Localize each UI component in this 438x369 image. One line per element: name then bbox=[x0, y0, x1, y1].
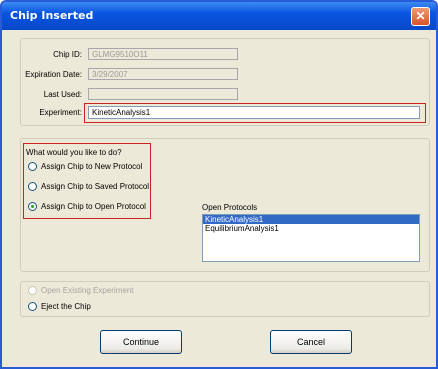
options-prompt: What would you like to do? bbox=[26, 148, 122, 157]
experiment-input[interactable]: KineticAnalysis1 bbox=[88, 106, 420, 119]
open-protocols-list[interactable]: KineticAnalysis1 EquilibriumAnalysis1 bbox=[202, 214, 420, 262]
radio-eject-chip[interactable]: Eject the Chip bbox=[28, 302, 91, 311]
last-used-label: Last Used: bbox=[43, 90, 82, 99]
radio-label: Assign Chip to Saved Protocol bbox=[41, 182, 150, 191]
radio-label: Eject the Chip bbox=[41, 302, 91, 311]
radio-label: Assign Chip to New Protocol bbox=[41, 162, 143, 171]
window-title: Chip Inserted bbox=[10, 9, 94, 22]
chip-inserted-dialog: Chip Inserted ✕ Chip ID: GLMG9510O11 Exp… bbox=[0, 0, 438, 369]
continue-button[interactable]: Continue bbox=[100, 330, 182, 354]
last-used-field bbox=[88, 88, 238, 100]
radio-circle[interactable] bbox=[28, 182, 37, 191]
radio-circle[interactable] bbox=[28, 302, 37, 311]
close-icon[interactable]: ✕ bbox=[411, 7, 430, 26]
chip-id-label: Chip ID: bbox=[53, 50, 82, 59]
radio-open-existing-experiment: Open Existing Experiment bbox=[28, 286, 134, 295]
radio-saved-protocol[interactable]: Assign Chip to Saved Protocol bbox=[28, 182, 149, 191]
radio-label: Open Existing Experiment bbox=[41, 286, 134, 295]
radio-open-protocol[interactable]: Assign Chip to Open Protocol bbox=[28, 202, 146, 211]
cancel-button[interactable]: Cancel bbox=[270, 330, 352, 354]
radio-circle[interactable] bbox=[28, 202, 37, 211]
radio-label: Assign Chip to Open Protocol bbox=[41, 202, 146, 211]
experiment-label: Experiment: bbox=[39, 108, 82, 117]
expiration-date-label: Expiration Date: bbox=[25, 70, 82, 79]
expiration-date-field: 3/29/2007 bbox=[88, 68, 238, 80]
radio-circle[interactable] bbox=[28, 162, 37, 171]
radio-new-protocol[interactable]: Assign Chip to New Protocol bbox=[28, 162, 142, 171]
title-bar[interactable]: Chip Inserted ✕ bbox=[2, 2, 436, 30]
list-item[interactable]: EquilibriumAnalysis1 bbox=[203, 224, 419, 233]
chip-id-field: GLMG9510O11 bbox=[88, 48, 238, 60]
radio-circle bbox=[28, 286, 37, 295]
open-protocols-label: Open Protocols bbox=[202, 203, 258, 212]
list-item[interactable]: KineticAnalysis1 bbox=[203, 215, 419, 224]
